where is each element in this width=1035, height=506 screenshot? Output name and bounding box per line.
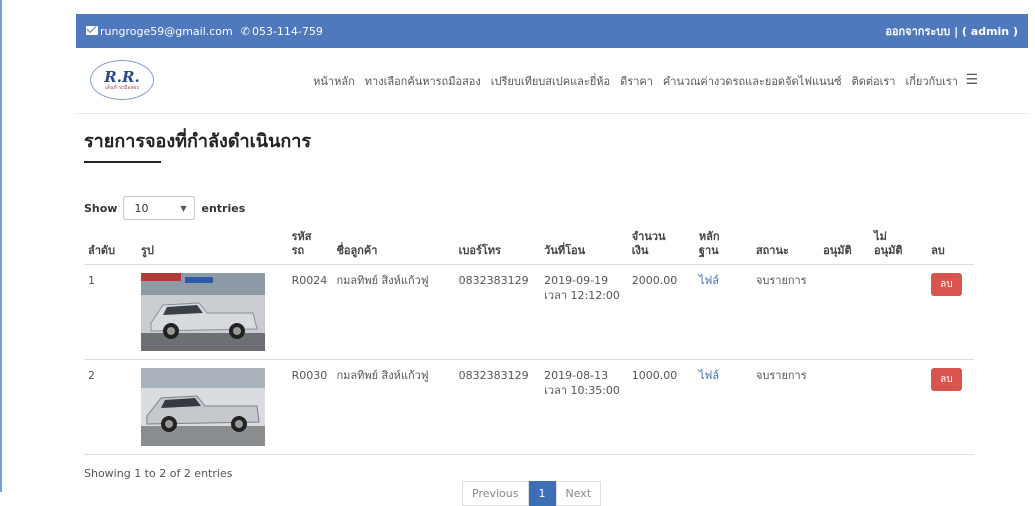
col-evidence[interactable]: หลัก ฐาน bbox=[694, 228, 752, 265]
delete-button[interactable]: ลบ bbox=[931, 368, 962, 391]
menu-contact[interactable]: ติดต่อเรา bbox=[852, 72, 896, 90]
phone-contact[interactable]: ✆ 053-114-759 bbox=[241, 25, 323, 38]
page-title: รายการจองที่กำลังดำเนินการ bbox=[84, 131, 312, 152]
row-status: จบรายการ bbox=[751, 264, 820, 360]
entries-select[interactable]: 10 ▼ bbox=[123, 196, 196, 220]
pagination-next[interactable]: Next bbox=[555, 481, 602, 506]
table-row: 2 R0030 กมลทิพย์ สิงห์แก้วฟู 0832383129 … bbox=[84, 359, 974, 455]
menu-about[interactable]: เกี่ยวกับเรา bbox=[905, 72, 958, 90]
entries-length-control: Show 10 ▼ entries bbox=[84, 196, 245, 220]
row-delete: ลบ bbox=[927, 264, 974, 360]
menu-compare[interactable]: เปรียบเทียบสเปคและยี่ห้อ bbox=[491, 72, 610, 90]
col-amount[interactable]: จำนวน เงิน bbox=[627, 228, 695, 265]
row-approve bbox=[819, 264, 871, 360]
logout-link[interactable]: ออกจากระบบ | ( admin ) bbox=[885, 22, 1018, 40]
menu-home[interactable]: หน้าหลัก bbox=[313, 72, 355, 90]
car-photo-image bbox=[140, 273, 265, 351]
col-code[interactable]: รหัส รถ bbox=[287, 228, 333, 265]
col-status[interactable]: สถานะ bbox=[751, 228, 820, 265]
row-customer: กมลทิพย์ สิงห์แก้วฟู bbox=[332, 359, 455, 455]
car-photo[interactable] bbox=[136, 264, 288, 360]
envelope-icon bbox=[86, 25, 98, 35]
top-contact-bar: rungroge59@gmail.com ✆ 053-114-759 ออกจาก… bbox=[76, 14, 1028, 48]
col-no[interactable]: ลำดับ bbox=[84, 228, 137, 265]
row-reject bbox=[870, 359, 928, 455]
row-amount: 1000.00 bbox=[627, 359, 695, 455]
file-link[interactable]: ไฟล์ bbox=[699, 369, 719, 382]
row-evidence: ไฟล์ bbox=[694, 359, 752, 455]
car-photo[interactable] bbox=[136, 359, 288, 455]
row-evidence: ไฟล์ bbox=[694, 264, 752, 360]
row-time-value: เวลา 12:12:00 bbox=[544, 289, 620, 302]
table-row: 1 R0024 กมลทิพย์ สิงห์แก้วฟู 0832383129 … bbox=[84, 264, 974, 360]
email-contact[interactable]: rungroge59@gmail.com bbox=[86, 25, 233, 38]
phone-icon: ✆ bbox=[240, 24, 250, 38]
logo-subtext: เต็นท์ รถมือสอง bbox=[105, 85, 139, 91]
site-logo[interactable]: R.R. เต็นท์ รถมือสอง bbox=[90, 60, 154, 100]
row-date-value: 2019-08-13 bbox=[544, 369, 609, 382]
main-navbar: R.R. เต็นท์ รถมือสอง หน้าหลัก ทางเลือกค้… bbox=[76, 48, 1028, 114]
bookings-table: ลำดับ รูป รหัส รถ ชื่อลูกค้า เบอร์โทร วั… bbox=[84, 228, 974, 455]
hamburger-menu-icon[interactable]: ☰ bbox=[965, 72, 978, 88]
pagination-page-1[interactable]: 1 bbox=[528, 481, 556, 506]
col-phone[interactable]: เบอร์โทร bbox=[454, 228, 541, 265]
entries-select-value: 10 bbox=[134, 201, 149, 215]
row-approve bbox=[819, 359, 871, 455]
delete-button[interactable]: ลบ bbox=[931, 273, 962, 296]
pagination: Previous 1 Next bbox=[462, 481, 602, 506]
row-time-value: เวลา 10:35:00 bbox=[544, 384, 620, 397]
row-code: R0024 bbox=[287, 264, 333, 360]
row-date: 2019-09-19 เวลา 12:12:00 bbox=[540, 264, 628, 360]
col-approve[interactable]: อนุมัติ bbox=[819, 228, 871, 265]
col-reject[interactable]: ไม่ อนุมัติ bbox=[870, 228, 928, 265]
row-no: 2 bbox=[84, 359, 137, 455]
col-customer[interactable]: ชื่อลูกค้า bbox=[332, 228, 455, 265]
show-label: Show bbox=[84, 201, 118, 215]
logo-text: R.R. bbox=[104, 68, 140, 86]
row-status: จบรายการ bbox=[751, 359, 820, 455]
row-phone: 0832383129 bbox=[454, 359, 541, 455]
col-delete[interactable]: ลบ bbox=[927, 228, 974, 265]
row-delete: ลบ bbox=[927, 359, 974, 455]
main-menu: หน้าหลัก ทางเลือกค้นหารถมือสอง เปรียบเที… bbox=[313, 72, 958, 90]
file-link[interactable]: ไฟล์ bbox=[699, 274, 719, 287]
title-underline bbox=[84, 161, 161, 163]
menu-price[interactable]: ดีราคา bbox=[620, 72, 653, 90]
pagination-previous[interactable]: Previous bbox=[462, 481, 529, 506]
menu-search-car[interactable]: ทางเลือกค้นหารถมือสอง bbox=[365, 72, 481, 90]
phone-text: 053-114-759 bbox=[251, 24, 323, 38]
row-date-value: 2019-09-19 bbox=[544, 274, 609, 287]
table-header-row: ลำดับ รูป รหัส รถ ชื่อลูกค้า เบอร์โทร วั… bbox=[84, 228, 974, 265]
row-no: 1 bbox=[84, 264, 137, 360]
email-text: rungroge59@gmail.com bbox=[100, 24, 233, 38]
row-reject bbox=[870, 264, 928, 360]
menu-finance-calc[interactable]: คำนวณค่างวดรถและยอดจัดไฟแนนซ์ bbox=[663, 72, 842, 90]
caret-down-icon: ▼ bbox=[180, 203, 187, 213]
row-code: R0030 bbox=[287, 359, 333, 455]
entries-label: entries bbox=[201, 201, 246, 215]
col-image[interactable]: รูป bbox=[136, 228, 288, 265]
row-date: 2019-08-13 เวลา 10:35:00 bbox=[540, 359, 628, 455]
row-amount: 2000.00 bbox=[627, 264, 695, 360]
row-phone: 0832383129 bbox=[454, 264, 541, 360]
row-customer: กมลทิพย์ สิงห์แก้วฟู bbox=[332, 264, 455, 360]
car-photo-image bbox=[140, 368, 265, 446]
col-date[interactable]: วันที่โอน bbox=[540, 228, 628, 265]
table-info: Showing 1 to 2 of 2 entries bbox=[84, 467, 233, 480]
